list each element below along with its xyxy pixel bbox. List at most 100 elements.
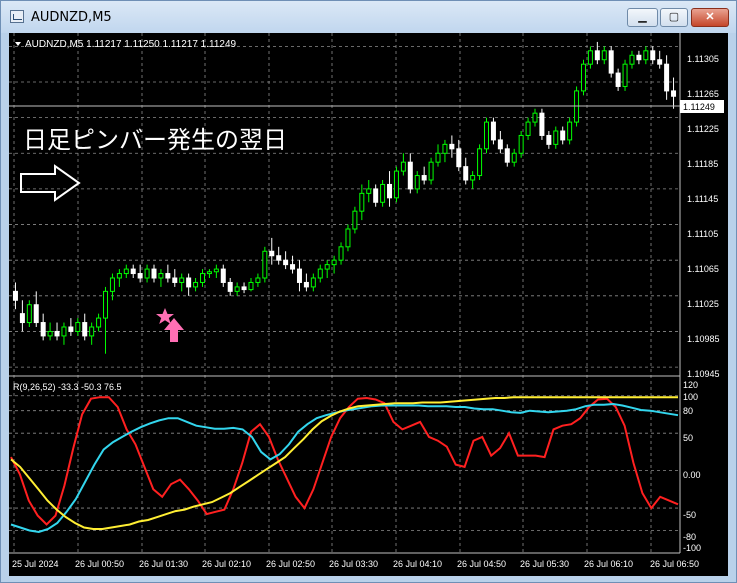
- bear-candle-body: [615, 72, 621, 87]
- bear-candle-body: [165, 273, 171, 279]
- bull-candle-body: [366, 188, 372, 194]
- time-tick: 26 Jul 01:30: [139, 559, 188, 569]
- close-icon: ✕: [705, 11, 715, 23]
- bull-candle-body: [324, 264, 330, 270]
- bear-candle-body: [276, 255, 282, 261]
- bear-candle-body: [373, 188, 379, 203]
- indicator-tick: -50: [683, 510, 696, 520]
- time-tick: 26 Jul 06:50: [650, 559, 699, 569]
- bear-candle-body: [19, 313, 25, 324]
- bear-candle-body: [421, 175, 427, 181]
- bear-candle-body: [151, 268, 157, 279]
- time-tick: 26 Jul 02:50: [266, 559, 315, 569]
- time-tick: 26 Jul 00:50: [75, 559, 124, 569]
- bear-candle-body: [40, 322, 46, 337]
- bear-candle-body: [12, 290, 18, 301]
- price-tick: 1.11185: [687, 159, 718, 169]
- bull-candle-body: [435, 152, 441, 163]
- bear-candle-body: [546, 134, 552, 145]
- bear-candle-body: [636, 54, 642, 61]
- bull-candle-body: [331, 259, 337, 266]
- current-price-label: 1.11249: [683, 102, 715, 112]
- right-arrow-icon: [20, 164, 81, 202]
- bear-candle-body: [490, 121, 496, 141]
- time-tick: 26 Jul 03:30: [329, 559, 378, 569]
- bull-candle-body: [393, 170, 399, 199]
- bull-candle-body: [310, 277, 316, 288]
- bear-candle-body: [664, 63, 670, 92]
- bull-candle-body: [199, 273, 205, 283]
- price-tick: 1.11025: [687, 299, 719, 309]
- maximize-button[interactable]: ▢: [660, 8, 688, 27]
- bull-candle-body: [193, 281, 199, 288]
- bull-candle-body: [47, 330, 53, 337]
- bear-candle-body: [463, 166, 469, 181]
- bear-candle-body: [303, 281, 309, 288]
- indicator-axis[interactable]: 120 100 80 50 0.00 -50 -80 -100: [683, 380, 701, 553]
- bear-candle-body: [33, 304, 39, 324]
- bear-candle-body: [82, 322, 88, 337]
- up-arrow-icon: [164, 318, 184, 342]
- time-tick: 26 Jul 02:10: [202, 559, 251, 569]
- bull-candle-body: [511, 152, 517, 163]
- indicator-tick: 120: [683, 380, 698, 390]
- price-tick: 1.11145: [687, 194, 718, 204]
- bear-candle-body: [130, 268, 136, 275]
- bull-candle-body: [96, 317, 102, 328]
- bull-candle-body: [477, 148, 483, 177]
- bear-candle-body: [296, 268, 302, 283]
- indicator-lines: [10, 396, 679, 534]
- bull-candle-body: [587, 50, 593, 65]
- bull-candle-body: [380, 183, 386, 203]
- bear-candle-body: [594, 50, 600, 61]
- terminal-window: AUDNZD,M5 ▁ ▢ ✕ AUDNZD,M5 1.11217 1.1125…: [0, 0, 737, 583]
- indicator-line-r52: [10, 396, 678, 530]
- bull-candle-body: [206, 271, 212, 275]
- minimize-button[interactable]: ▁: [627, 8, 658, 27]
- dropdown-triangle-icon[interactable]: [15, 42, 21, 46]
- bull-candle-body: [158, 273, 164, 279]
- bear-candle-body: [608, 50, 614, 74]
- bull-candle-body: [89, 326, 95, 337]
- bear-candle-body: [449, 143, 455, 150]
- indicator-line-r9: [10, 396, 679, 526]
- bull-candle-body: [484, 121, 490, 150]
- price-tick: 1.10985: [687, 334, 720, 344]
- bull-candle-body: [428, 161, 434, 181]
- time-axis[interactable]: 25 Jul 2024 26 Jul 00:50 26 Jul 01:30 26…: [12, 559, 699, 569]
- bull-candle-body: [601, 50, 607, 61]
- bear-candle-body: [290, 264, 296, 270]
- bear-candle-body: [650, 50, 656, 61]
- bull-candle-body: [525, 121, 531, 136]
- bear-candle-body: [407, 161, 413, 190]
- bear-candle-body: [560, 130, 566, 141]
- bull-candle-body: [567, 121, 573, 141]
- minimize-icon: ▁: [638, 11, 647, 23]
- bear-candle-body: [504, 148, 510, 163]
- bull-candle-body: [414, 175, 420, 190]
- time-tick: 26 Jul 04:50: [457, 559, 506, 569]
- time-tick: 26 Jul 06:10: [584, 559, 633, 569]
- bull-candle-body: [103, 290, 109, 319]
- price-tick: 1.11105: [687, 229, 718, 239]
- bear-candle-body: [283, 259, 289, 266]
- bear-candle-body: [220, 268, 226, 283]
- bear-candle-body: [137, 273, 143, 279]
- candlestick-series: [12, 41, 677, 354]
- bull-candle-body: [580, 63, 586, 92]
- chart-canvas[interactable]: AUDNZD,M5 1.11217 1.11250 1.11217 1.1124…: [9, 33, 728, 576]
- close-button[interactable]: ✕: [691, 8, 729, 27]
- indicator-tick: -100: [683, 543, 701, 553]
- bull-candle-body: [532, 112, 538, 123]
- title-bar[interactable]: AUDNZD,M5 ▁ ▢ ✕: [1, 1, 736, 33]
- bear-candle-body: [186, 277, 192, 288]
- bear-candle-body: [172, 277, 178, 283]
- price-tick: 1.10945: [687, 369, 720, 379]
- price-tick: 1.11225: [687, 124, 719, 134]
- price-tick: 1.11305: [687, 54, 719, 64]
- bear-candle-body: [539, 112, 545, 136]
- bear-candle-body: [227, 281, 233, 292]
- bear-candle-body: [497, 139, 503, 150]
- bull-candle-body: [338, 246, 344, 261]
- chart-client-area[interactable]: AUDNZD,M5 1.11217 1.11250 1.11217 1.1124…: [9, 33, 728, 576]
